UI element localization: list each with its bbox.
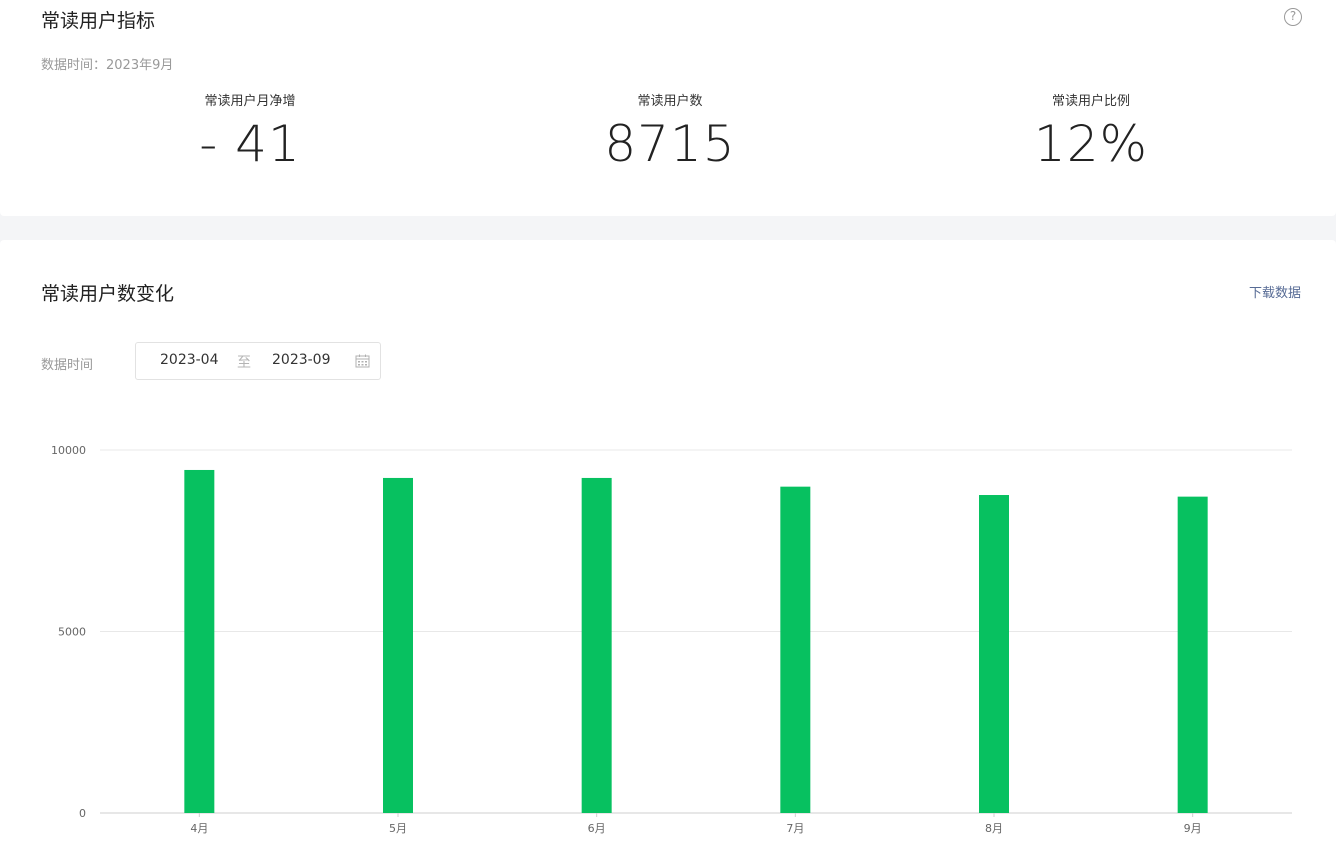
bar[interactable] xyxy=(1177,496,1208,813)
bar[interactable] xyxy=(780,486,811,813)
date-end[interactable]: 2023-09 xyxy=(272,352,331,368)
metric-label: 常读用户月净增 xyxy=(204,94,296,109)
change-card: 常读用户数变化 下载数据 数据时间 2023-04 至 2023-09 0 500… xyxy=(0,240,1336,860)
bar[interactable] xyxy=(581,477,612,813)
y-tick-label: 5000 xyxy=(58,626,86,639)
calendar-icon[interactable] xyxy=(355,354,370,368)
metric-regular-readers: 常读用户数 8715 xyxy=(520,90,820,175)
change-title: 常读用户数变化 xyxy=(41,283,175,305)
bar[interactable] xyxy=(979,495,1009,813)
data-time: 数据时间：2023年9月 xyxy=(41,58,174,73)
date-range-picker[interactable]: 2023-04 至 2023-09 xyxy=(135,342,381,380)
x-tick-label: 4月 xyxy=(190,822,208,835)
metric-value: - 41 xyxy=(199,115,301,173)
metric-regular-reader-ratio: 常读用户比例 12% xyxy=(941,90,1241,175)
indicators-card: 常读用户指标 ? 数据时间：2023年9月 常读用户月净增 - 41 常读用户数… xyxy=(0,0,1336,216)
x-tick-label: 9月 xyxy=(1184,822,1202,835)
bar[interactable] xyxy=(184,469,215,813)
x-tick-label: 5月 xyxy=(389,822,407,835)
x-tick-label: 6月 xyxy=(588,822,606,835)
metric-value: 12% xyxy=(1033,115,1149,173)
question-circle-icon[interactable]: ? xyxy=(1284,8,1302,26)
indicators-title: 常读用户指标 xyxy=(41,10,156,32)
y-tick-label: 0 xyxy=(79,807,86,820)
download-data-link[interactable]: 下载数据 xyxy=(1249,282,1301,301)
bar[interactable] xyxy=(383,477,413,813)
metric-label: 常读用户比例 xyxy=(1051,94,1130,109)
x-tick-label: 8月 xyxy=(985,822,1003,835)
metric-monthly-net-growth: 常读用户月净增 - 41 xyxy=(100,90,400,175)
metric-value: 8715 xyxy=(604,115,736,173)
x-tick-label: 7月 xyxy=(786,822,804,835)
y-tick-label: 10000 xyxy=(51,444,86,457)
regular-readers-bar-chart: 0 5000 10000 4月 5月 6月 7月 8月 9月 xyxy=(51,444,1292,835)
date-separator: 至 xyxy=(237,355,251,371)
date-filter-label: 数据时间 xyxy=(41,358,94,373)
metric-label: 常读用户数 xyxy=(637,94,703,109)
date-start[interactable]: 2023-04 xyxy=(160,352,219,368)
